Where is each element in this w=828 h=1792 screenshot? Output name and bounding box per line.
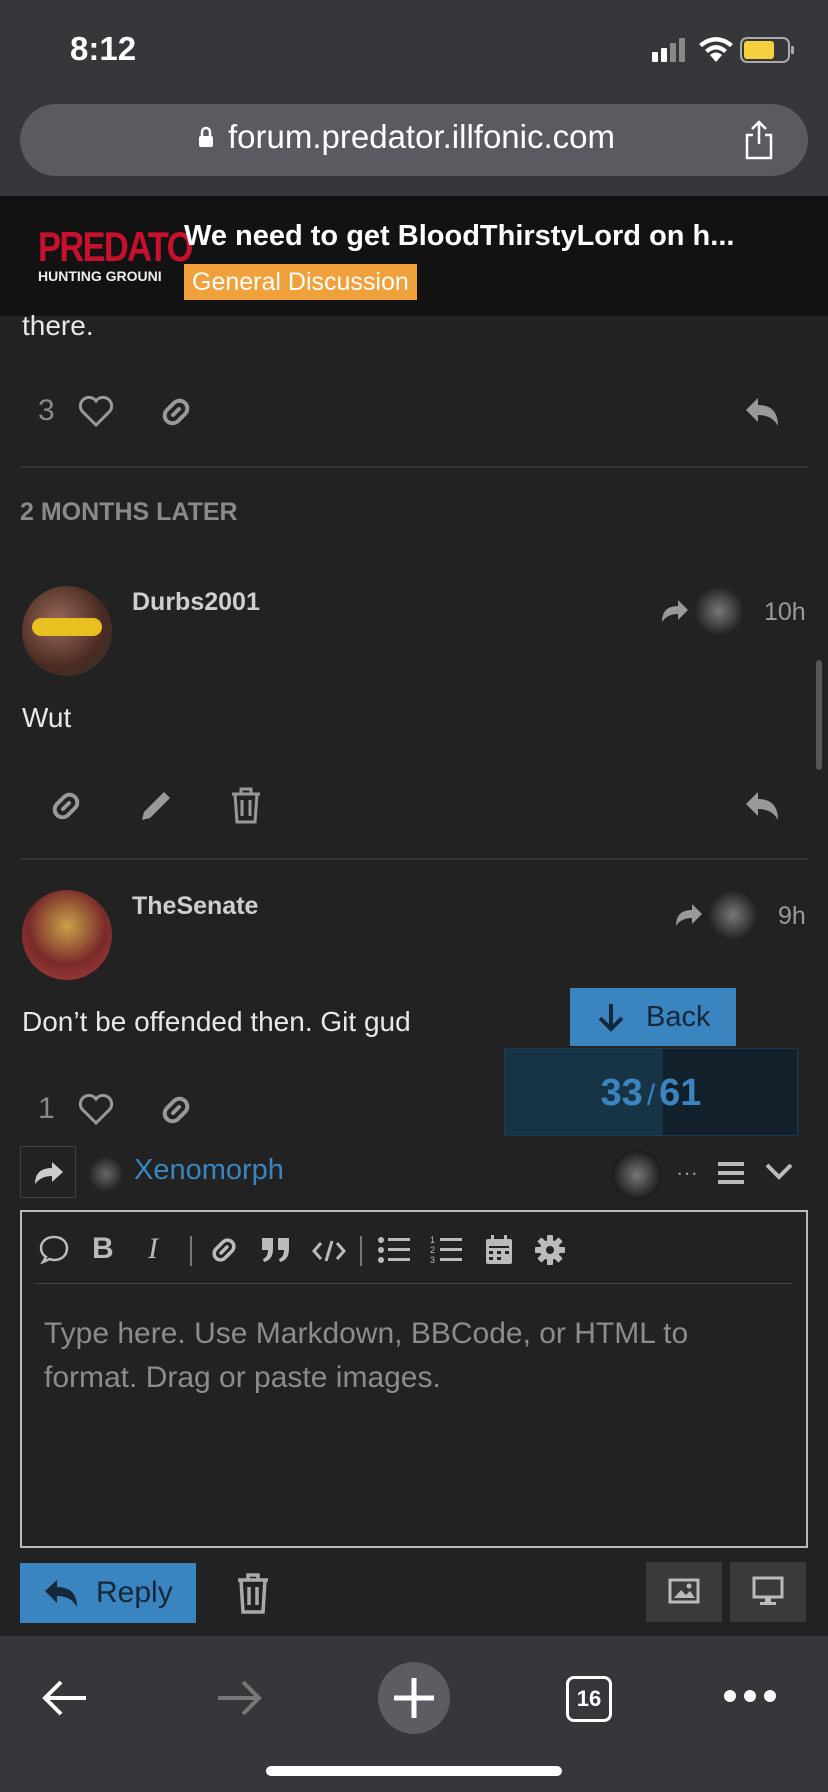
post-username[interactable]: Durbs2001 [132, 588, 260, 617]
italic-icon[interactable]: I [148, 1232, 158, 1266]
composer-avatar [612, 1150, 662, 1200]
topic-header: PREDATO HUNTING GROUNI We need to get Bl… [0, 196, 828, 316]
toolbar-rule [36, 1283, 792, 1284]
arrow-down-icon [598, 1004, 624, 1032]
composer-editor[interactable]: B I 123 Type here. Use Markdown, BBCode,… [20, 1210, 808, 1548]
reply-to-username[interactable]: Xenomorph [134, 1154, 284, 1187]
post-age[interactable]: 10h [764, 598, 806, 627]
fullscreen-composer-button[interactable] [730, 1562, 806, 1622]
svg-text:3: 3 [430, 1255, 435, 1265]
current-post: 33 [600, 1072, 643, 1114]
post-counter: 33/61 [505, 1049, 797, 1140]
status-bar: 8:12 [0, 0, 828, 96]
toolbar-divider [360, 1236, 362, 1266]
tab-count-button[interactable]: 16 [566, 1676, 612, 1722]
like-count: 3 [38, 394, 55, 427]
address-bar[interactable]: forum.predator.illfonic.com [20, 104, 808, 176]
reply-type-toggle[interactable] [20, 1146, 76, 1198]
reply-icon[interactable] [742, 394, 782, 430]
more-icon[interactable] [722, 1688, 778, 1704]
post-body: Don’t be offended then. Git gud [22, 1006, 411, 1037]
url-text: forum.predator.illfonic.com [228, 118, 615, 155]
link-icon[interactable] [48, 788, 84, 824]
reply-to-arrow-icon [676, 904, 702, 926]
post-age[interactable]: 9h [778, 902, 806, 931]
numbered-list-icon[interactable]: 123 [430, 1234, 462, 1266]
site-logo[interactable]: PREDATO HUNTING GROUNI [38, 224, 193, 286]
logo-title: PREDATO [38, 223, 193, 270]
gear-icon[interactable] [534, 1234, 566, 1266]
post-body-tail: there. [22, 310, 94, 341]
battery-icon [740, 37, 794, 63]
time-gap-label: 2 MONTHS LATER [20, 498, 238, 526]
reply-arrow-icon [35, 1162, 63, 1184]
toggle-preview-icon[interactable] [716, 1160, 746, 1186]
new-tab-button[interactable] [378, 1662, 450, 1734]
edit-icon[interactable] [138, 788, 174, 824]
composer-placeholder: Type here. Use Markdown, BBCode, or HTML… [44, 1317, 689, 1394]
reply-to-arrow-icon [662, 600, 688, 622]
svg-text:1: 1 [430, 1235, 435, 1245]
toolbar-divider [190, 1236, 192, 1266]
back-label: Back [646, 1001, 711, 1033]
reply-to-avatar[interactable] [694, 586, 744, 636]
wifi-icon [699, 37, 733, 62]
total-posts: 61 [659, 1072, 702, 1114]
topic-title[interactable]: We need to get BloodThirstyLord on h... [184, 220, 764, 253]
heart-icon[interactable] [78, 1092, 114, 1126]
link-icon[interactable] [208, 1234, 240, 1266]
counter-separator: / [646, 1079, 656, 1112]
post-body: Wut [22, 702, 72, 733]
bold-icon[interactable]: B [92, 1232, 114, 1266]
svg-text:2: 2 [430, 1245, 435, 1255]
back-arrow-icon[interactable] [40, 1678, 90, 1718]
divider [20, 466, 808, 468]
forward-arrow-icon[interactable] [214, 1678, 264, 1718]
like-count: 1 [38, 1092, 55, 1125]
blockquote-icon[interactable] [260, 1236, 292, 1264]
bullet-list-icon[interactable] [378, 1236, 410, 1264]
signal-icon [652, 38, 685, 62]
plus-icon [394, 1678, 434, 1718]
avatar[interactable] [22, 890, 112, 980]
editor-toolbar: B I 123 [22, 1212, 806, 1284]
back-button[interactable]: Back [570, 988, 736, 1046]
home-indicator[interactable] [266, 1766, 562, 1776]
lock-icon [199, 126, 213, 147]
post-username[interactable]: TheSenate [132, 892, 258, 921]
composer-ellipsis: ··· [676, 1160, 698, 1185]
chevron-down-icon[interactable] [764, 1160, 794, 1184]
reply-icon[interactable] [742, 788, 782, 824]
link-icon[interactable] [158, 1092, 194, 1128]
reply-button[interactable]: Reply [20, 1563, 196, 1623]
scrollbar-thumb[interactable] [816, 660, 822, 770]
link-icon[interactable] [158, 394, 194, 430]
desktop-icon [752, 1576, 784, 1605]
heart-icon[interactable] [78, 394, 114, 428]
reply-icon [45, 1580, 77, 1607]
calendar-icon[interactable] [484, 1234, 514, 1266]
reply-to-user-avatar [88, 1156, 124, 1192]
avatar[interactable] [22, 586, 112, 676]
status-time: 8:12 [70, 30, 137, 67]
trash-icon[interactable] [230, 786, 262, 824]
image-icon [668, 1578, 700, 1604]
logo-subtitle: HUNTING GROUNI [38, 268, 162, 284]
reply-to-avatar[interactable] [708, 890, 758, 940]
category-badge[interactable]: General Discussion [184, 264, 417, 300]
trash-icon[interactable] [236, 1572, 270, 1614]
upload-image-button[interactable] [646, 1562, 722, 1622]
timeline-progress[interactable]: 33/61 [504, 1048, 798, 1136]
share-icon[interactable] [744, 120, 774, 160]
code-icon[interactable] [312, 1238, 346, 1264]
quote-bubble-icon[interactable] [38, 1234, 70, 1264]
reply-label: Reply [96, 1576, 173, 1609]
divider [20, 858, 808, 860]
